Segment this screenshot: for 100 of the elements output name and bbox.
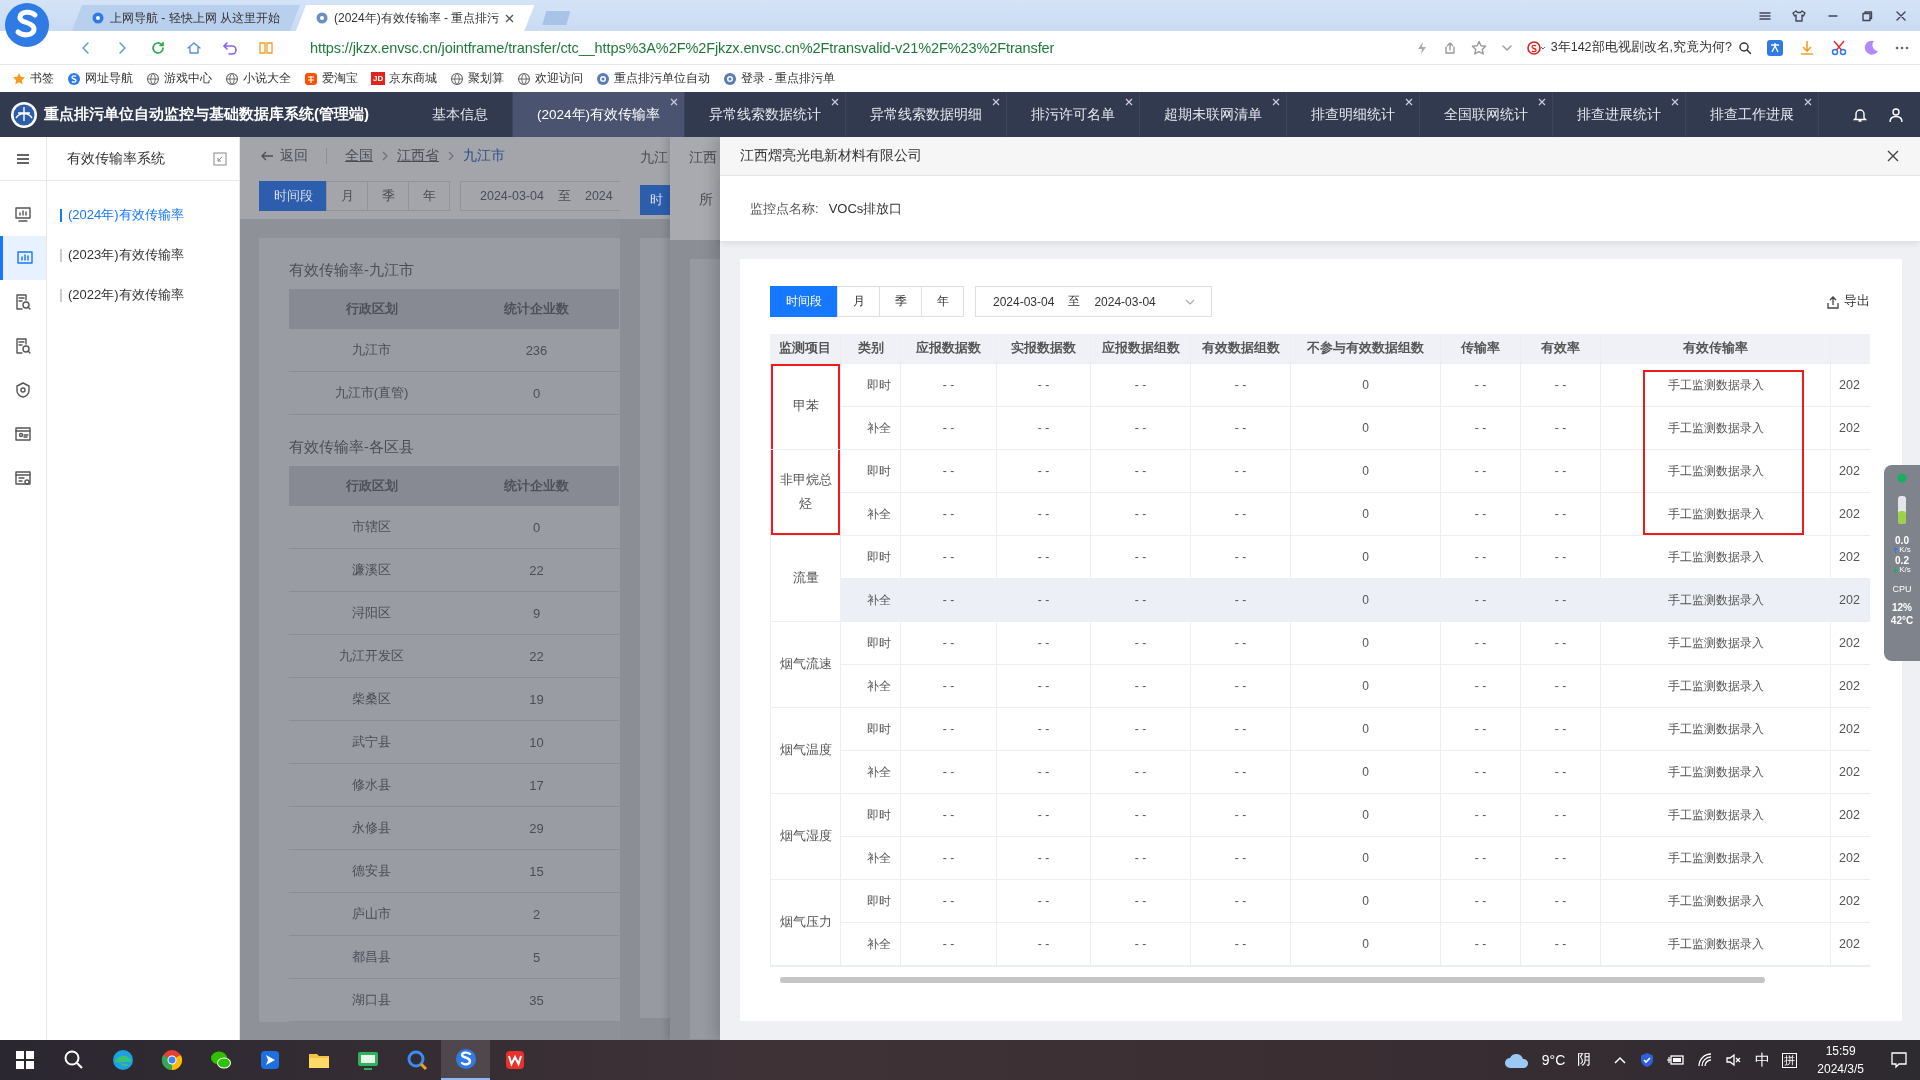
column-header: 行政区划: [289, 466, 454, 506]
table-cell: 0: [1291, 622, 1441, 665]
bookmark-link[interactable]: 爱淘宝: [304, 71, 358, 86]
table-cell: - -: [1521, 579, 1601, 622]
date-range-field[interactable]: 2024-03-04 至 2024: [460, 181, 620, 211]
share-icon[interactable]: [1442, 40, 1457, 55]
table-cell: 德安县: [289, 849, 454, 893]
address-field[interactable]: https://jkzx.envsc.cn/jointframe/transfer/ctc__https%3A%2F%2Fjkzx.envsc.cn%2Ftransvalid-v21%2F%23%2Ftransfer: [310, 39, 1055, 56]
input-mode-label[interactable]: 拼: [1782, 1052, 1798, 1068]
table-cell: 手工监测数据录入: [1601, 751, 1831, 794]
table-cell: 补全: [841, 751, 901, 794]
table-cell: - -: [1091, 493, 1191, 536]
table-cell: - -: [1191, 493, 1291, 536]
shield-icon[interactable]: [1639, 1052, 1656, 1068]
table-cell: - -: [1521, 751, 1601, 794]
period-tab[interactable]: 时间段: [259, 181, 327, 211]
home-icon[interactable]: [186, 39, 202, 56]
clock[interactable]: 15:59 2024/3/5: [1817, 1042, 1864, 1078]
table-cell: 0: [454, 371, 619, 415]
table-cell: 市辖区: [289, 506, 454, 549]
table-cell: 202: [1831, 579, 1870, 622]
table-cell: 15: [454, 849, 619, 893]
table-cell: - -: [997, 579, 1091, 622]
network-speed: 0.2: [1895, 554, 1909, 566]
period-tab[interactable]: 月: [326, 181, 368, 211]
table-cell: - -: [1091, 837, 1191, 880]
scissors-icon[interactable]: [1830, 38, 1848, 57]
globe-icon: [450, 71, 465, 86]
user-icon[interactable]: [1888, 106, 1904, 123]
table-cell: 九江市(直管): [289, 371, 454, 415]
star-icon[interactable]: [1470, 39, 1487, 56]
period-tab[interactable]: 季: [879, 286, 922, 317]
sidebar-item[interactable]: (2023年)有效传输率: [60, 235, 239, 275]
battery-icon[interactable]: [1667, 1053, 1686, 1067]
table-cell: - -: [1191, 665, 1291, 708]
input-language-label[interactable]: 中: [1755, 1050, 1771, 1070]
bookmark-link[interactable]: 游戏中心: [146, 71, 212, 86]
search-field[interactable]: 3年142部电视剧改名,究竟为何?: [1526, 39, 1752, 56]
table-cell: - -: [997, 923, 1091, 966]
table-cell: 手工监测数据录入: [1601, 579, 1831, 622]
moon-icon[interactable]: [1862, 38, 1880, 57]
speed-unit: K/s: [1899, 565, 1911, 575]
period-tab[interactable]: 月: [837, 286, 880, 317]
close-icon[interactable]: [1886, 149, 1900, 163]
browser-tab[interactable]: (2024年)有效传输率 - 重点排污: [296, 5, 535, 31]
bookmark-link[interactable]: 网址导航: [67, 71, 133, 86]
search-icon[interactable]: [1738, 40, 1752, 55]
table-cell: - -: [1191, 364, 1291, 407]
bookmark-link[interactable]: 书签: [12, 71, 54, 86]
table-cell: 烟气温度: [770, 708, 841, 794]
bell-icon[interactable]: [1852, 106, 1868, 123]
breadcrumb-link[interactable]: 江西省: [397, 147, 439, 165]
breadcrumb-link[interactable]: 全国: [345, 147, 373, 165]
reload-icon[interactable]: [150, 39, 166, 56]
table-cell: 手工监测数据录入: [1601, 450, 1831, 493]
period-tab[interactable]: 时: [640, 185, 670, 215]
shop-icon: [304, 71, 318, 86]
browser-tab[interactable]: 上网导航 - 轻快上网 从这里开始: [72, 5, 300, 31]
notification-icon[interactable]: [1890, 1051, 1908, 1069]
period-tab[interactable]: 年: [921, 286, 964, 317]
site-icon: [67, 71, 81, 86]
shop-logo: JD: [371, 72, 386, 85]
period-tab[interactable]: 季: [367, 181, 409, 211]
table-cell: - -: [1521, 880, 1601, 923]
sidebar-item[interactable]: (2022年)有效传输率: [60, 275, 239, 315]
translate-icon[interactable]: [1766, 38, 1784, 57]
table-cell: - -: [997, 450, 1091, 493]
bookmark-link[interactable]: 小说大全: [225, 71, 291, 86]
close-icon[interactable]: [505, 13, 515, 23]
nav-rail-item[interactable]: [0, 236, 46, 280]
date-range-field[interactable]: 2024-03-04 至 2024-03-04: [975, 286, 1212, 317]
table-cell: 22: [454, 634, 619, 678]
table-cell: 即时: [841, 708, 901, 751]
panel-title: 九江: [640, 150, 668, 165]
table-cell: 35: [454, 978, 619, 1022]
wifi-icon[interactable]: [1697, 1052, 1714, 1068]
period-tab[interactable]: 时间段: [770, 286, 838, 317]
undo-icon[interactable]: [222, 39, 238, 56]
back-link[interactable]: 返回: [260, 147, 308, 165]
table-cell: - -: [997, 493, 1091, 536]
shirt-icon[interactable]: [1792, 8, 1806, 23]
temperature-reading: 42°C: [1890, 615, 1914, 627]
sidebar-item[interactable]: (2024年)有效传输率: [60, 195, 239, 235]
bookmark-link[interactable]: 重点排污单位自动: [596, 71, 711, 86]
bookmark-link[interactable]: 聚划算: [450, 71, 505, 86]
bookmark-link[interactable]: 欢迎访问: [517, 71, 584, 86]
app-tab[interactable]: (2024年)有效传输率: [513, 92, 686, 137]
table-cell: - -: [1191, 708, 1291, 751]
taskbar-app[interactable]: [441, 1040, 490, 1080]
export-button[interactable]: 导出: [1826, 293, 1870, 310]
table-cell: 即时: [841, 450, 901, 493]
table-cell: 手工监测数据录入: [1601, 837, 1831, 880]
table-cell: 手工监测数据录入: [1601, 794, 1831, 837]
table-cell: 补全: [841, 579, 901, 622]
bookmark-link[interactable]: JD 京东商城: [371, 71, 438, 86]
table-cell: - -: [1441, 751, 1521, 794]
period-tab[interactable]: 年: [408, 181, 450, 211]
bookmark-link[interactable]: 登录 - 重点排污单: [723, 71, 836, 86]
scrollbar[interactable]: [780, 977, 1765, 983]
restore-icon[interactable]: [1860, 8, 1874, 23]
